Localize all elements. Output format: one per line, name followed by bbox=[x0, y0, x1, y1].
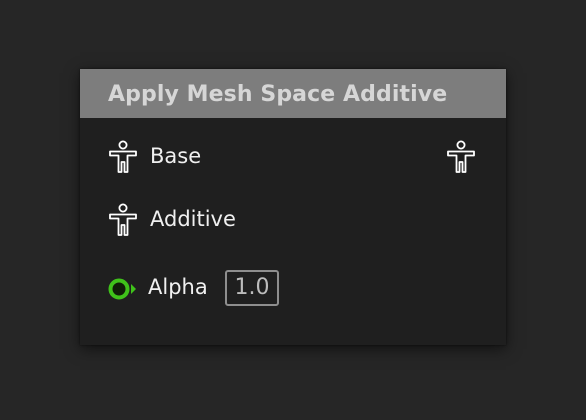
alpha-value-input[interactable]: 1.0 bbox=[225, 270, 279, 306]
additive-input-pose-pin-icon[interactable] bbox=[108, 203, 138, 237]
base-output-pose-pin-icon[interactable] bbox=[446, 140, 476, 174]
alpha-pin-row: Alpha 1.0 bbox=[80, 269, 506, 309]
alpha-float-pin-icon[interactable] bbox=[107, 277, 139, 301]
base-pin-row: Base bbox=[80, 138, 506, 178]
node-title: Apply Mesh Space Additive bbox=[108, 82, 448, 107]
apply-mesh-space-additive-node[interactable]: Apply Mesh Space Additive Base Additive … bbox=[80, 69, 506, 345]
base-input-pose-pin-icon[interactable] bbox=[108, 140, 138, 174]
alpha-pin-label: Alpha bbox=[148, 275, 208, 299]
additive-pin-label: Additive bbox=[150, 207, 236, 231]
node-header[interactable]: Apply Mesh Space Additive bbox=[80, 69, 506, 118]
additive-pin-row: Additive bbox=[80, 201, 506, 241]
base-pin-label: Base bbox=[150, 144, 202, 168]
